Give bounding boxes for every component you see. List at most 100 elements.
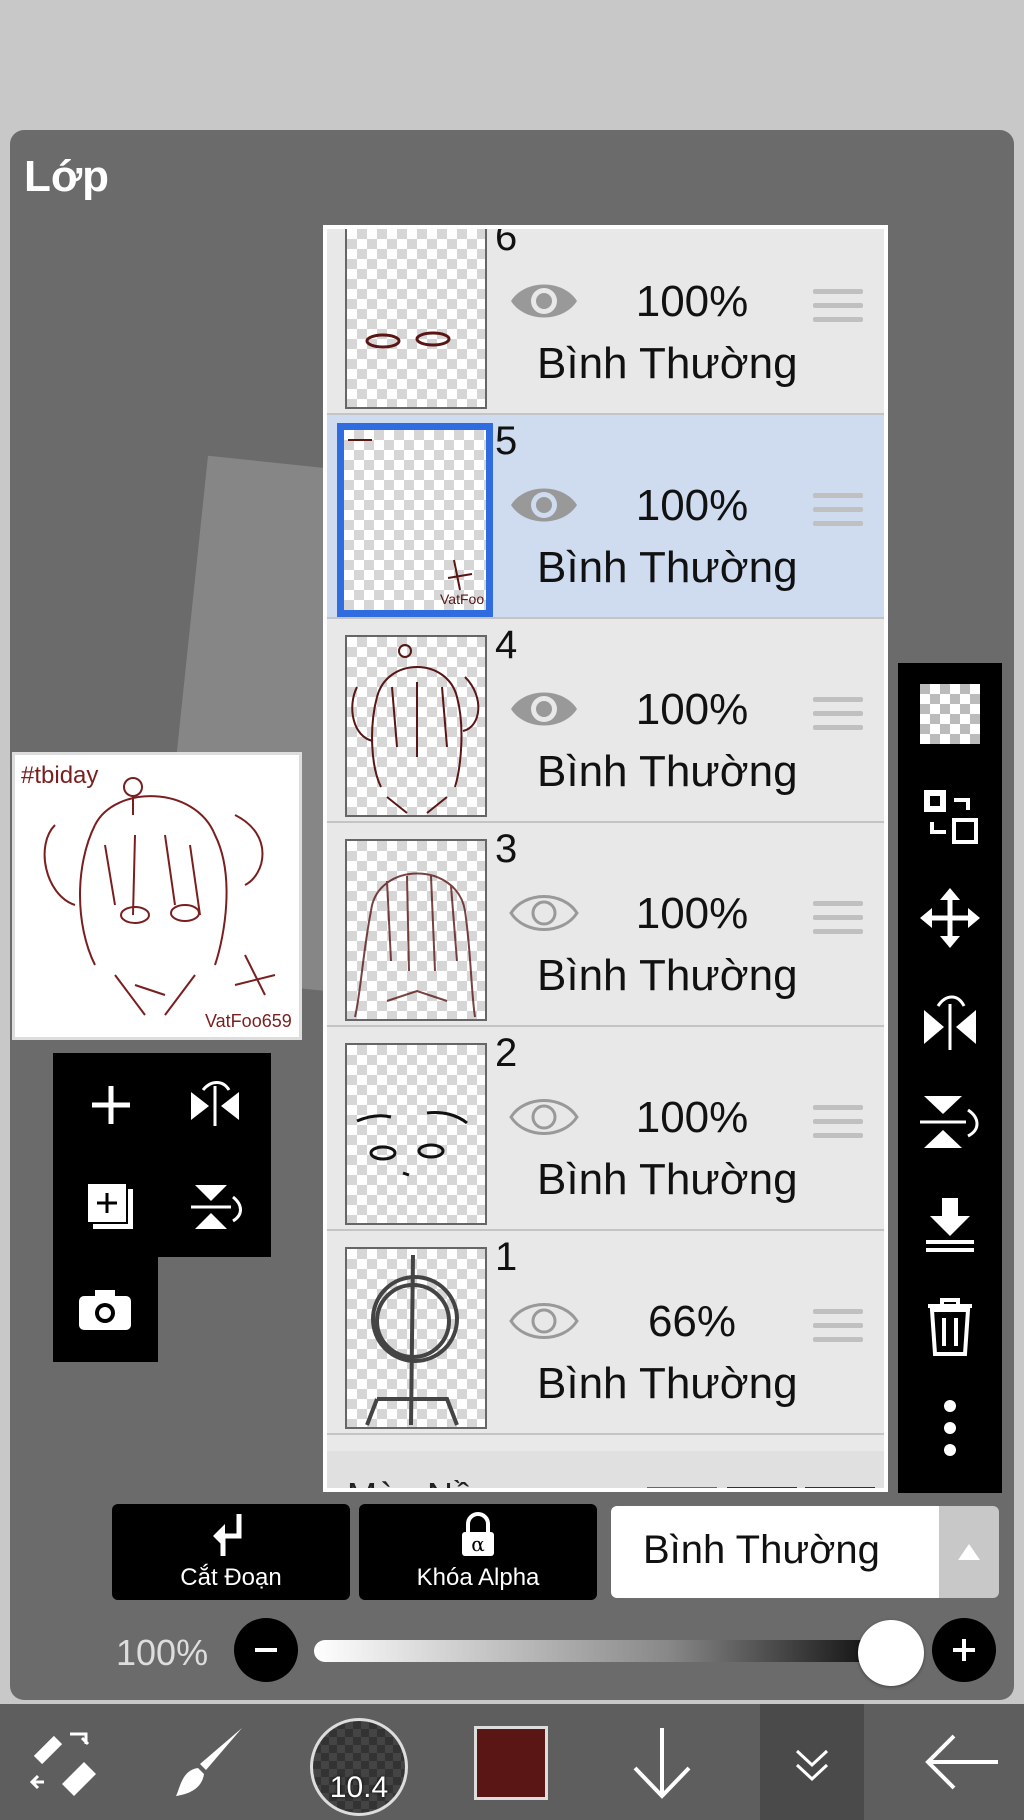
layer-thumbnail: [345, 839, 487, 1021]
preview-sketch: #tbiday VatFoo659: [21, 762, 292, 1031]
import-photo-button[interactable]: [55, 1259, 155, 1359]
flip-layer-vertical-button[interactable]: [898, 1071, 1002, 1173]
right-toolbar: [898, 663, 1002, 1493]
layers-list[interactable]: 6 100% Bình Thường VatFoo 5 100% Bình Th…: [323, 225, 888, 1492]
preview-label-tl: #tbiday: [21, 762, 98, 789]
blend-mode-select[interactable]: Bình Thường: [611, 1506, 939, 1598]
add-layer-icon: [86, 1182, 133, 1229]
visibility-eye-icon[interactable]: [507, 1295, 581, 1347]
layer-thumbnail: [345, 229, 487, 409]
merge-down-button[interactable]: [898, 1173, 1002, 1275]
left-toolbar: [53, 1053, 271, 1257]
preview-label-br: VatFoo659: [205, 1011, 292, 1031]
bg-white-swatch[interactable]: [647, 1487, 717, 1488]
clipping-label: Cắt Đoạn: [180, 1564, 282, 1591]
layer-opacity: 66%: [647, 1297, 737, 1346]
camera-icon: [79, 1290, 131, 1330]
layer-blend-mode: Bình Thường: [537, 1359, 798, 1408]
opacity-decrease-button[interactable]: [234, 1618, 298, 1682]
bg-checker-swatch[interactable]: [727, 1487, 797, 1488]
layer-number: 2: [495, 1031, 518, 1075]
flip-layer-horizontal-button[interactable]: [898, 969, 1002, 1071]
layer-thumbnail: VatFoo: [337, 423, 493, 617]
layer-opacity: 100%: [635, 1093, 749, 1142]
transparent-fill-button[interactable]: [898, 663, 1002, 765]
brush-size-button[interactable]: 10.4: [310, 1718, 408, 1816]
collapse-icon: [795, 1749, 829, 1782]
left-toolbar-bottom: [53, 1257, 158, 1362]
more-icon: [944, 1400, 956, 1456]
layer-opacity: 100%: [635, 277, 749, 326]
merge-down-icon: [926, 1198, 974, 1252]
layer-opacity: 100%: [635, 685, 749, 734]
opacity-slider[interactable]: [314, 1640, 904, 1662]
swap-layers-icon: [924, 790, 978, 844]
alpha-lock-button[interactable]: α Khóa Alpha: [359, 1504, 597, 1600]
back-arrow-icon: [925, 1734, 998, 1790]
transparent-icon: [920, 684, 980, 744]
flip-horizontal-button[interactable]: [165, 1055, 265, 1155]
layer-thumbnail: [345, 1043, 487, 1225]
layer-blend-mode: Bình Thường: [537, 747, 798, 796]
visibility-eye-icon[interactable]: [507, 1091, 581, 1143]
collapse-panel-button[interactable]: [760, 1704, 864, 1820]
opacity-slider-handle[interactable]: [858, 1620, 924, 1686]
flip-h-icon: [924, 995, 976, 1050]
move-icon: [920, 888, 980, 948]
alpha-lock-label: Khóa Alpha: [416, 1564, 540, 1591]
visibility-eye-icon[interactable]: [507, 683, 581, 735]
brush-tool-button[interactable]: [160, 1704, 264, 1820]
visibility-eye-icon[interactable]: [507, 275, 581, 327]
brush-size-value: 10.4: [329, 1771, 389, 1804]
drag-handle-icon[interactable]: [813, 697, 863, 733]
opacity-label: 100%: [116, 1632, 209, 1673]
drag-handle-icon[interactable]: [813, 901, 863, 937]
layer-opacity: 100%: [635, 481, 749, 530]
trash-icon: [928, 1298, 972, 1356]
opacity-increase-button[interactable]: [932, 1618, 996, 1682]
svg-text:VatFoo: VatFoo: [440, 591, 484, 607]
swap-layers-button[interactable]: [898, 765, 1002, 867]
delete-layer-button[interactable]: [898, 1275, 1002, 1377]
layer-down-button[interactable]: [610, 1704, 714, 1820]
minus-icon: [255, 1648, 277, 1652]
brush-tool-icon: [176, 1728, 242, 1796]
add-layer-copy-button[interactable]: [61, 1157, 161, 1257]
color-picker-button[interactable]: [474, 1726, 548, 1800]
flip-vertical-icon: [191, 1185, 242, 1229]
layer-blend-mode: Bình Thường: [537, 339, 798, 388]
plus-icon: [92, 1086, 130, 1124]
background-color-label: Màu Nền: [347, 1475, 493, 1488]
clipping-button[interactable]: Cắt Đoạn: [112, 1504, 350, 1600]
arrow-down-icon: [633, 1728, 691, 1799]
add-layer-button[interactable]: [61, 1055, 161, 1155]
layer-row-3[interactable]: 3 100% Bình Thường: [327, 823, 884, 1027]
transform-tool-button[interactable]: [10, 1704, 114, 1820]
layer-row-2[interactable]: 2 100% Bình Thường: [327, 1027, 884, 1231]
layer-number: 4: [495, 623, 518, 667]
layer-row-5[interactable]: VatFoo 5 100% Bình Thường: [327, 415, 884, 619]
drag-handle-icon[interactable]: [813, 289, 863, 325]
visibility-eye-icon[interactable]: [507, 887, 581, 939]
drag-handle-icon[interactable]: [813, 1309, 863, 1345]
drag-handle-icon[interactable]: [813, 1105, 863, 1141]
layer-number: 6: [495, 225, 518, 259]
more-options-button[interactable]: [898, 1377, 1002, 1479]
drag-handle-icon[interactable]: [813, 493, 863, 529]
layer-blend-mode: Bình Thường: [537, 1155, 798, 1204]
layer-row-4[interactable]: 4 100% Bình Thường: [327, 619, 884, 823]
layer-thumbnail: [345, 1247, 487, 1429]
layer-row-6[interactable]: 6 100% Bình Thường: [327, 225, 884, 415]
bg-dark-swatch[interactable]: [805, 1487, 875, 1488]
canvas-preview[interactable]: #tbiday VatFoo659: [12, 752, 302, 1040]
layer-number: 3: [495, 827, 518, 871]
layer-blend-mode: Bình Thường: [537, 951, 798, 1000]
flip-vertical-button[interactable]: [165, 1157, 265, 1257]
visibility-eye-icon[interactable]: [507, 479, 581, 531]
back-button[interactable]: [910, 1704, 1014, 1820]
layer-row-1[interactable]: 1 66% Bình Thường: [327, 1231, 884, 1435]
background-color-row[interactable]: Màu Nền: [327, 1451, 884, 1488]
layer-number: 1: [495, 1235, 518, 1279]
move-button[interactable]: [898, 867, 1002, 969]
blend-mode-dropdown-button[interactable]: [939, 1506, 999, 1598]
